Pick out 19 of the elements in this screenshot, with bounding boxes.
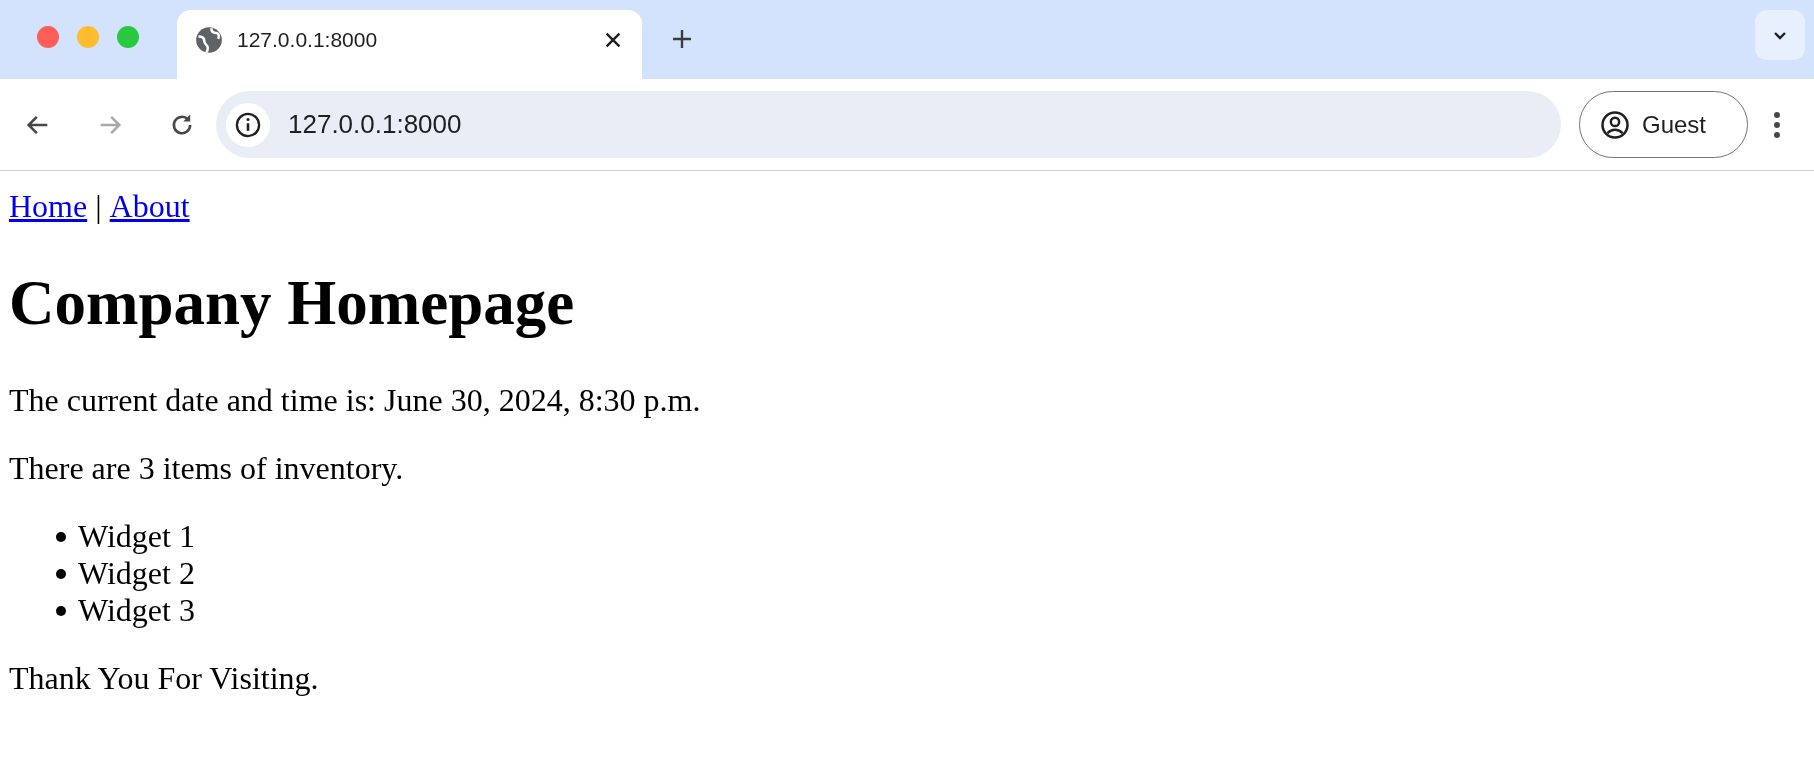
page-heading: Company Homepage [9,267,576,340]
info-icon[interactable] [226,102,270,147]
browser-tab[interactable]: 127.0.0.1:8000 [177,10,642,79]
bullet-icon [56,605,66,616]
paragraph: There are 3 items of inventory. [9,450,405,487]
closing-text: Thank You For Visiting. [9,660,320,697]
nav-link[interactable]: Home [9,188,88,225]
list-item: Widget 2 [78,555,195,592]
profile-button[interactable]: Guest [1579,91,1748,158]
bullet-icon [56,531,66,542]
nav-separator: | [95,188,102,225]
person-icon [1600,109,1630,140]
list-item: Widget 1 [78,518,195,555]
paragraph: The current date and time is: June 30, 2024, 8:30 p.m. [9,382,702,419]
bullet-icon [56,568,66,579]
list-item: Widget 3 [78,592,195,629]
nav-link[interactable]: About [109,188,190,225]
address-bar[interactable]: 127.0.0.1:8000 [216,91,1561,158]
globe-icon [195,25,223,54]
